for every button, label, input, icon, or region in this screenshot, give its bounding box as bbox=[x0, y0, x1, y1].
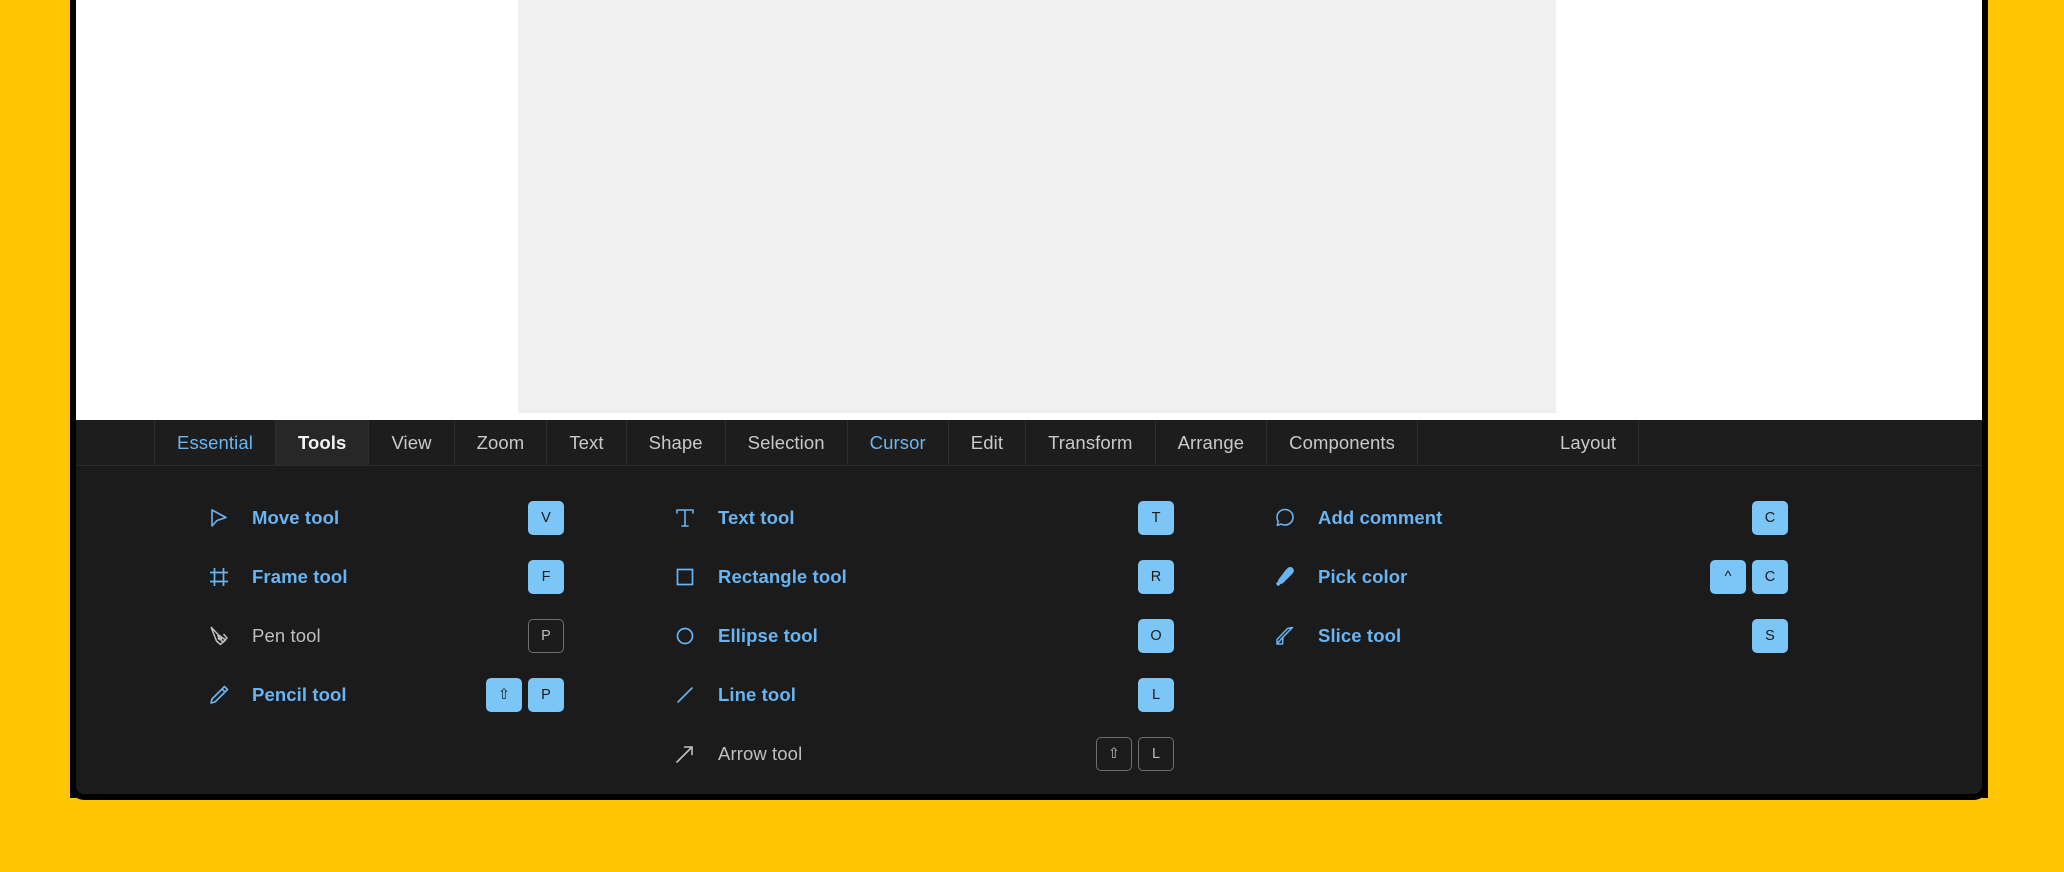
tab-shape[interactable]: Shape bbox=[627, 420, 726, 465]
shortcut-label: Ellipse tool bbox=[718, 625, 818, 647]
shortcut-keys: ⇧P bbox=[486, 678, 564, 712]
tool-shortcut-grid: Move toolVFrame toolFPen toolPPencil too… bbox=[76, 466, 1982, 783]
eyedropper-icon bbox=[1268, 564, 1302, 590]
shortcut-row[interactable]: Move tool V bbox=[202, 488, 668, 547]
key-cap[interactable]: C bbox=[1752, 560, 1788, 594]
canvas-artboard bbox=[518, 0, 1556, 413]
shortcut-keys: ^C bbox=[1710, 560, 1788, 594]
key-cap[interactable]: F bbox=[528, 560, 564, 594]
shortcut-keys: S bbox=[1752, 619, 1788, 653]
key-cap[interactable]: R bbox=[1138, 560, 1174, 594]
shortcut-label: Pen tool bbox=[252, 625, 321, 647]
column-2: Text tool T Rectangle tool R Ellipse tool O Li… bbox=[668, 488, 1268, 783]
shortcut-label: Move tool bbox=[252, 507, 339, 529]
key-cap[interactable]: ^ bbox=[1710, 560, 1746, 594]
tab-arrange[interactable]: Arrange bbox=[1156, 420, 1268, 465]
tab-components[interactable]: Components bbox=[1267, 420, 1418, 465]
shortcut-row[interactable]: Ellipse tool O bbox=[668, 606, 1268, 665]
key-cap[interactable]: ⇧ bbox=[1096, 737, 1132, 771]
shortcut-label: Pick color bbox=[1318, 566, 1407, 588]
key-cap[interactable]: P bbox=[528, 678, 564, 712]
shortcut-row[interactable]: Arrow tool ⇧L bbox=[668, 724, 1268, 783]
shortcut-label: Slice tool bbox=[1318, 625, 1401, 647]
key-cap[interactable]: ⇧ bbox=[486, 678, 522, 712]
key-cap[interactable]: T bbox=[1138, 501, 1174, 535]
key-cap[interactable]: S bbox=[1752, 619, 1788, 653]
shortcut-row[interactable]: Pencil tool ⇧P bbox=[202, 665, 668, 724]
shortcut-keys: T bbox=[1138, 501, 1174, 535]
shortcut-keys: P bbox=[528, 619, 564, 653]
shortcut-keys: ⇧L bbox=[1096, 737, 1174, 771]
slice-knife-icon bbox=[1268, 623, 1302, 649]
text-t-icon bbox=[668, 505, 702, 531]
shortcut-label: Line tool bbox=[718, 684, 796, 706]
comment-bubble-icon bbox=[1268, 505, 1302, 531]
keyboard-shortcuts-panel: EssentialToolsViewZoomTextShapeSelection… bbox=[70, 420, 1988, 800]
shortcut-keys: R bbox=[1138, 560, 1174, 594]
tab-essential[interactable]: Essential bbox=[154, 420, 276, 465]
key-cap[interactable]: C bbox=[1752, 501, 1788, 535]
ellipse-icon bbox=[668, 623, 702, 649]
shortcut-row[interactable]: Slice tool S bbox=[1268, 606, 1888, 665]
shortcut-row[interactable]: Frame tool F bbox=[202, 547, 668, 606]
tab-text[interactable]: Text bbox=[547, 420, 626, 465]
key-cap[interactable]: L bbox=[1138, 737, 1174, 771]
shortcut-category-tab-bar: EssentialToolsViewZoomTextShapeSelection… bbox=[76, 420, 1982, 466]
tab-tools[interactable]: Tools bbox=[276, 420, 369, 465]
shortcut-row[interactable]: Pen tool P bbox=[202, 606, 668, 665]
column-1: Move toolVFrame toolFPen toolPPencil too… bbox=[76, 488, 668, 783]
key-cap[interactable]: L bbox=[1138, 678, 1174, 712]
line-icon bbox=[668, 682, 702, 708]
rectangle-icon bbox=[668, 564, 702, 590]
shortcut-label: Pencil tool bbox=[252, 684, 347, 706]
pencil-icon bbox=[202, 682, 236, 708]
column-3: Add comment C Pick color ^C Slice tool S bbox=[1268, 488, 1888, 783]
tab-zoom[interactable]: Zoom bbox=[455, 420, 548, 465]
shortcut-row[interactable]: Add comment C bbox=[1268, 488, 1888, 547]
shortcut-label: Text tool bbox=[718, 507, 795, 529]
arrow-icon bbox=[668, 741, 702, 767]
tab-edit[interactable]: Edit bbox=[949, 420, 1026, 465]
shortcut-label: Rectangle tool bbox=[718, 566, 847, 588]
tab-cursor[interactable]: Cursor bbox=[848, 420, 949, 465]
shortcut-row[interactable]: Line tool L bbox=[668, 665, 1268, 724]
key-cap[interactable]: O bbox=[1138, 619, 1174, 653]
tab-transform[interactable]: Transform bbox=[1026, 420, 1156, 465]
tab-selection[interactable]: Selection bbox=[726, 420, 848, 465]
shortcut-keys: L bbox=[1138, 678, 1174, 712]
tab-layout[interactable]: Layout bbox=[1538, 420, 1639, 465]
frame-icon bbox=[202, 564, 236, 590]
shortcut-keys: F bbox=[528, 560, 564, 594]
key-cap[interactable]: P bbox=[528, 619, 564, 653]
shortcut-label: Arrow tool bbox=[718, 743, 802, 765]
cursor-arrow-icon bbox=[202, 505, 236, 531]
shortcut-label: Add comment bbox=[1318, 507, 1442, 529]
shortcut-keys: O bbox=[1138, 619, 1174, 653]
shortcut-row[interactable]: Rectangle tool R bbox=[668, 547, 1268, 606]
tab-view[interactable]: View bbox=[369, 420, 454, 465]
shortcut-keys: C bbox=[1752, 501, 1788, 535]
shortcut-row[interactable]: Text tool T bbox=[668, 488, 1268, 547]
shortcut-label: Frame tool bbox=[252, 566, 348, 588]
pen-nib-icon bbox=[202, 623, 236, 649]
shortcut-row[interactable]: Pick color ^C bbox=[1268, 547, 1888, 606]
shortcut-keys: V bbox=[528, 501, 564, 535]
key-cap[interactable]: V bbox=[528, 501, 564, 535]
